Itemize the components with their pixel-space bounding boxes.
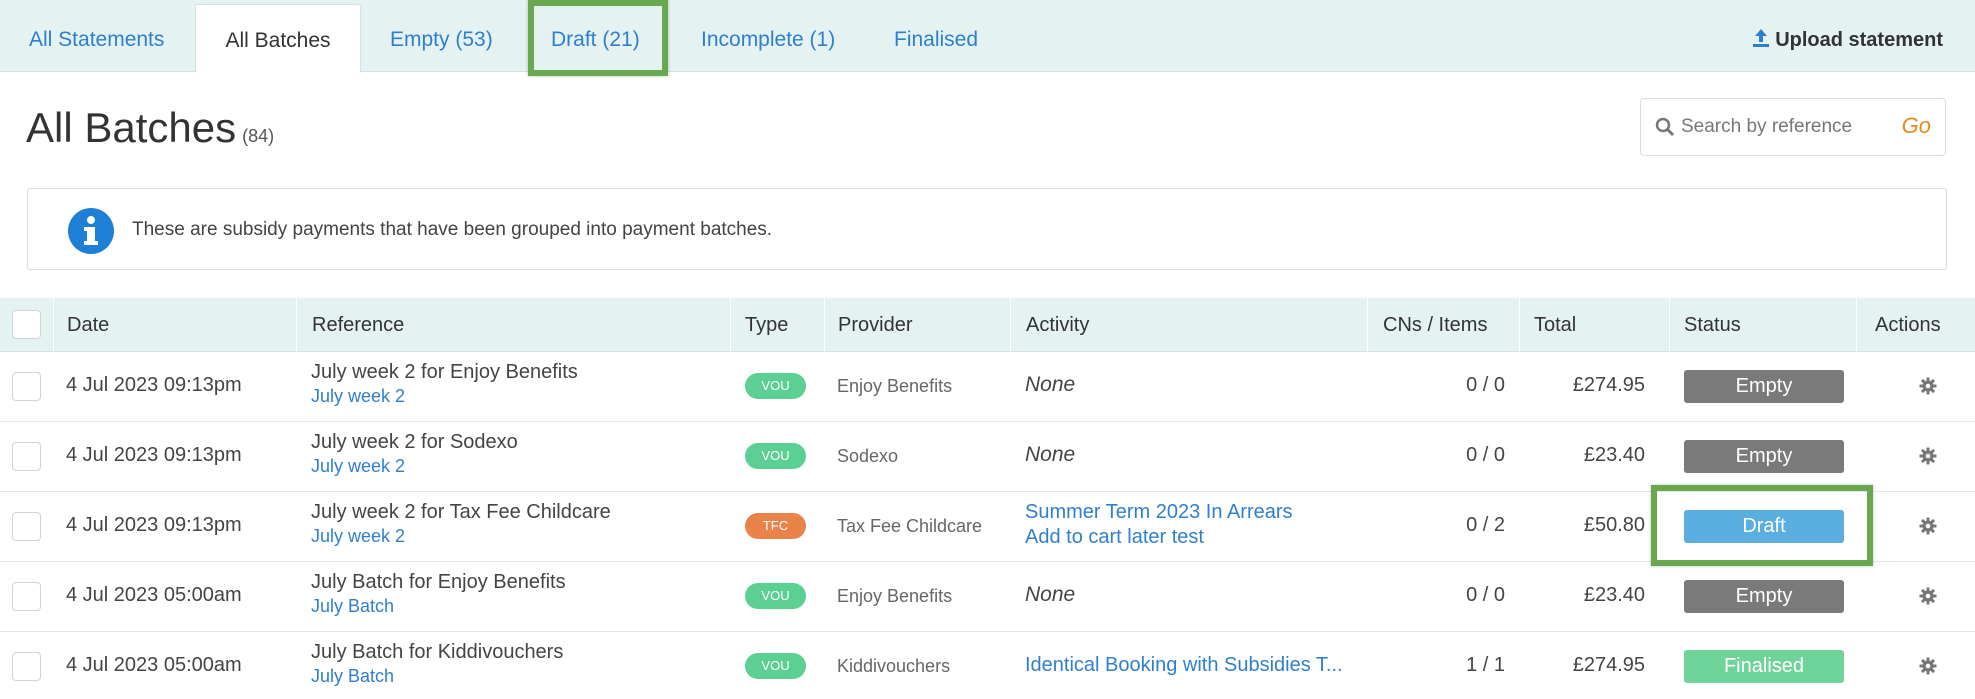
upload-icon <box>1753 29 1770 47</box>
tab-all-statements[interactable]: All Statements <box>29 0 164 72</box>
row-reference-link[interactable]: July week 2 <box>311 456 518 477</box>
type-badge: VOU <box>745 583 806 609</box>
row-cns-items: 0 / 0 <box>1466 584 1505 606</box>
table-header: Date Reference Type Provider Activity CN… <box>0 298 1975 352</box>
row-reference: July Batch for Enjoy Benefits <box>311 571 566 593</box>
row-activity-link[interactable]: Summer Term 2023 In Arrears <box>1025 501 1293 524</box>
row-total: £23.40 <box>1583 444 1645 466</box>
search-icon <box>1655 117 1675 137</box>
page-title-text: All Batches <box>26 104 237 151</box>
row-reference: July Batch for Kiddivouchers <box>311 641 564 663</box>
info-box: These are subsidy payments that have bee… <box>27 188 1947 270</box>
row-total: £23.40 <box>1583 584 1645 606</box>
row-total: £50.80 <box>1583 514 1645 536</box>
col-reference[interactable]: Reference <box>296 298 730 352</box>
page-count: (84) <box>242 126 275 146</box>
table-row: 4 Jul 2023 05:00am July Batch for Kiddiv… <box>0 632 1975 699</box>
gear-icon[interactable] <box>1919 447 1937 465</box>
col-provider[interactable]: Provider <box>824 298 1010 352</box>
row-checkbox[interactable] <box>12 442 41 471</box>
row-cns-items: 0 / 2 <box>1466 514 1505 536</box>
col-type[interactable]: Type <box>730 298 824 352</box>
row-provider: Enjoy Benefits <box>837 586 953 606</box>
row-total: £274.95 <box>1572 654 1645 676</box>
tab-empty[interactable]: Empty (53) <box>390 0 493 72</box>
row-date: 4 Jul 2023 09:13pm <box>66 514 242 536</box>
type-badge: VOU <box>745 653 806 679</box>
go-button[interactable]: Go <box>1902 113 1931 139</box>
search-box: Go <box>1640 98 1946 156</box>
col-total[interactable]: Total <box>1519 298 1669 352</box>
page-title: All Batches (84) <box>26 104 274 152</box>
col-date[interactable]: Date <box>53 298 296 352</box>
row-date: 4 Jul 2023 05:00am <box>66 654 242 676</box>
type-badge: VOU <box>745 443 806 469</box>
row-reference-link[interactable]: July week 2 <box>311 386 578 407</box>
gear-icon[interactable] <box>1919 377 1937 395</box>
status-badge: Empty <box>1684 440 1844 473</box>
row-cns-items: 1 / 1 <box>1466 654 1505 676</box>
col-cns-items[interactable]: CNs / Items <box>1367 298 1519 352</box>
status-badge: Empty <box>1684 580 1844 613</box>
row-reference: July week 2 for Enjoy Benefits <box>311 361 578 383</box>
row-activity-link[interactable]: Add to cart later test <box>1025 526 1293 549</box>
gear-icon[interactable] <box>1919 657 1937 675</box>
gear-icon[interactable] <box>1919 587 1937 605</box>
row-cns-items: 0 / 0 <box>1466 444 1505 466</box>
row-checkbox[interactable] <box>12 582 41 611</box>
row-provider: Enjoy Benefits <box>837 376 953 396</box>
table-row: 4 Jul 2023 09:13pm July week 2 for Sodex… <box>0 422 1975 492</box>
row-reference: July week 2 for Sodexo <box>311 431 518 453</box>
row-checkbox[interactable] <box>12 372 41 401</box>
tab-all-batches[interactable]: All Batches <box>195 4 361 73</box>
status-badge: Empty <box>1684 370 1844 403</box>
select-all-checkbox[interactable] <box>12 310 41 339</box>
info-icon <box>68 208 114 254</box>
row-provider: Tax Fee Childcare <box>837 516 983 536</box>
row-date: 4 Jul 2023 05:00am <box>66 584 242 606</box>
row-reference-link[interactable]: July week 2 <box>311 526 611 547</box>
row-cns-items: 0 / 0 <box>1466 374 1505 396</box>
col-actions: Actions <box>1856 298 1975 352</box>
row-provider: Sodexo <box>837 446 899 466</box>
tab-finalised[interactable]: Finalised <box>894 0 978 72</box>
row-date: 4 Jul 2023 09:13pm <box>66 374 242 396</box>
row-activity: None <box>1025 443 1076 466</box>
row-date: 4 Jul 2023 09:13pm <box>66 444 242 466</box>
table-row: 4 Jul 2023 09:13pm July week 2 for Enjoy… <box>0 352 1975 422</box>
row-activity: None <box>1025 373 1076 396</box>
row-total: £274.95 <box>1572 374 1645 396</box>
row-provider: Kiddivouchers <box>837 656 951 676</box>
row-activity: None <box>1025 583 1076 606</box>
row-reference-link[interactable]: July Batch <box>311 666 563 687</box>
col-activity[interactable]: Activity <box>1010 298 1367 352</box>
status-badge: Finalised <box>1684 650 1844 683</box>
row-reference-link[interactable]: July Batch <box>311 596 566 617</box>
search-input[interactable] <box>1681 111 1891 143</box>
type-badge: VOU <box>745 373 806 399</box>
tab-bar: All Statements All Batches Empty (53) Dr… <box>0 0 1975 73</box>
type-badge: TFC <box>745 513 806 539</box>
row-reference: July week 2 for Tax Fee Childcare <box>311 501 611 523</box>
upload-statement-button[interactable]: Upload statement <box>1751 0 1943 72</box>
upload-statement-label: Upload statement <box>1775 29 1943 51</box>
draft-status-highlight <box>1651 485 1873 566</box>
info-text: These are subsidy payments that have bee… <box>132 219 773 240</box>
row-activity-link[interactable]: Identical Booking with Subsidies T... <box>1025 654 1343 677</box>
tab-incomplete[interactable]: Incomplete (1) <box>701 0 835 72</box>
gear-icon[interactable] <box>1919 517 1937 535</box>
row-checkbox[interactable] <box>12 652 41 681</box>
row-checkbox[interactable] <box>12 512 41 541</box>
draft-tab-highlight <box>528 0 668 76</box>
table-row: 4 Jul 2023 05:00am July Batch for Enjoy … <box>0 562 1975 632</box>
col-status[interactable]: Status <box>1669 298 1856 352</box>
